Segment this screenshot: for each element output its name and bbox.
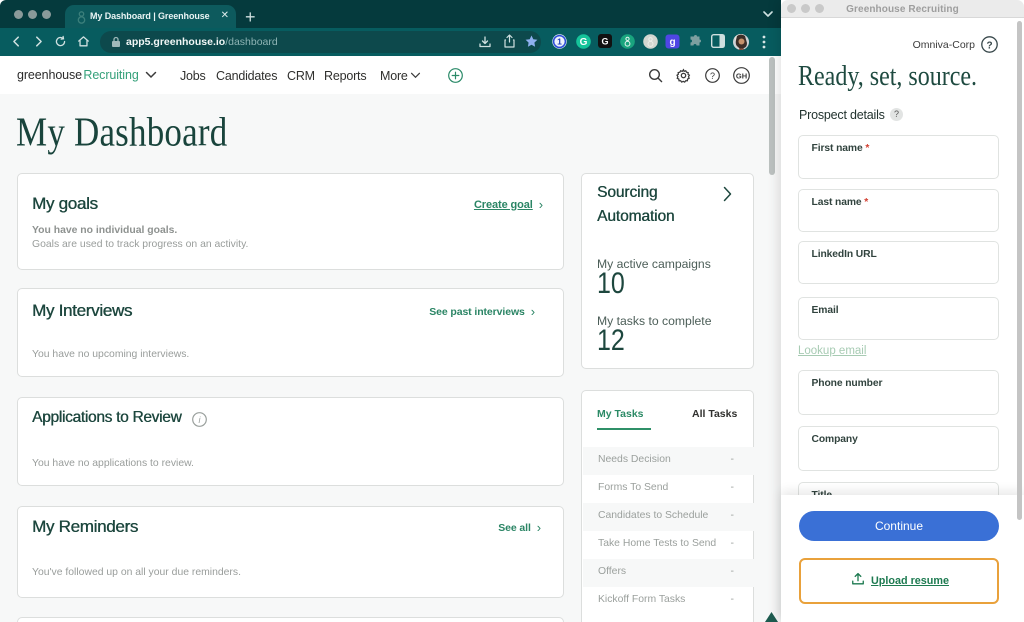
svg-text:?: ? <box>710 71 715 81</box>
svg-text:GH: GH <box>736 72 747 81</box>
svg-text:g: g <box>669 37 675 48</box>
svg-text:G: G <box>580 37 588 48</box>
svg-text:i: i <box>199 415 202 425</box>
svg-text:1: 1 <box>557 37 562 47</box>
svg-text:G: G <box>601 37 608 47</box>
svg-text:?: ? <box>986 40 992 51</box>
